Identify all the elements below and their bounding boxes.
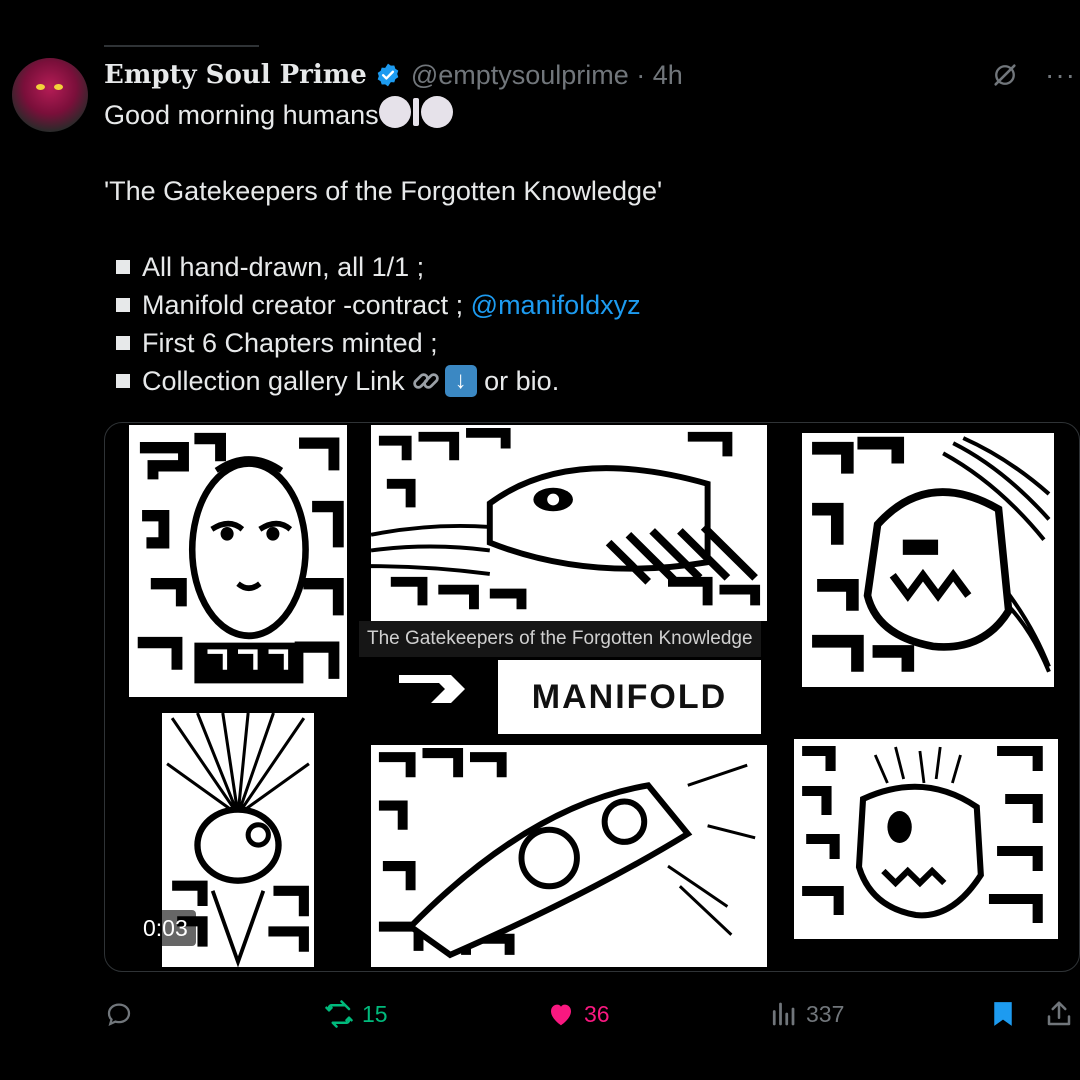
bullet-text-suffix: or bio.: [484, 366, 560, 396]
bullet-square-icon: [116, 336, 130, 350]
reply-icon: [107, 1003, 131, 1027]
artwork-creature-head: [371, 425, 767, 621]
views-chart-icon: [772, 1002, 795, 1026]
tweet-body: Good morning humans 'The Gatekeepers of …: [104, 96, 1060, 400]
tweet-actions: 15 36 337: [104, 994, 1080, 1034]
divider: [104, 45, 259, 47]
bullet-square-icon: [116, 298, 130, 312]
heart-icon: [551, 1004, 571, 1026]
mention-link[interactable]: @manifoldxyz: [471, 286, 641, 324]
retweet-count: 15: [362, 1000, 388, 1027]
avatar-eye-right: [54, 84, 63, 90]
greeting-line: Good morning humans: [104, 96, 1060, 134]
bookmark-button[interactable]: [988, 994, 1018, 1034]
share-button[interactable]: [1044, 994, 1074, 1034]
emoji-sequence: [378, 96, 453, 128]
media-caption: The Gatekeepers of the Forgotten Knowled…: [359, 621, 761, 657]
bullet-item: Collection gallery Link ↓ or bio.: [104, 362, 1060, 400]
manifold-wordmark: MANIFOLD: [498, 660, 761, 734]
tweet-top-actions: ···: [991, 56, 1080, 94]
tweet-header: Empty Soul Prime @emptysoulprime · 4h: [104, 56, 683, 94]
handle-and-time[interactable]: @emptysoulprime · 4h: [411, 60, 683, 91]
more-options-icon[interactable]: ···: [1045, 61, 1076, 89]
bullet-item: All hand-drawn, all 1/1 ;: [104, 248, 1060, 286]
share-icon: [1047, 1001, 1071, 1026]
bullet-text: Collection gallery Link: [142, 366, 405, 396]
like-count: 36: [584, 1000, 610, 1027]
bullet-text: First 6 Chapters minted ;: [142, 328, 438, 358]
media-video[interactable]: The Gatekeepers of the Forgotten Knowled…: [104, 422, 1080, 972]
retweet-icon: [325, 1000, 353, 1028]
collection-title: 'The Gatekeepers of the Forgotten Knowle…: [104, 176, 663, 206]
bullet-item: First 6 Chapters minted ;: [104, 324, 1060, 362]
bullet-square-icon: [116, 260, 130, 274]
artwork-machine-creature: [371, 745, 767, 967]
views-button[interactable]: 337: [768, 994, 844, 1034]
display-name[interactable]: Empty Soul Prime: [104, 60, 367, 90]
views-count: 337: [806, 1000, 845, 1027]
artwork-skull-maze: [794, 739, 1058, 939]
bullet-item: Manifold creator -contract ; @manifoldxy…: [104, 286, 1060, 324]
like-button[interactable]: 36: [546, 994, 610, 1034]
bullet-text: Manifold creator -contract ;: [142, 290, 464, 320]
artwork-skull-feathers: [802, 433, 1054, 687]
avatar[interactable]: [12, 58, 88, 132]
retweet-button[interactable]: 15: [324, 994, 388, 1034]
down-arrow-emoji-icon: ↓: [444, 365, 477, 397]
link-emoji-icon: [412, 373, 439, 389]
reply-button[interactable]: [104, 994, 134, 1034]
artwork-portrait: [129, 425, 347, 697]
verified-badge-icon: [377, 63, 399, 87]
manifold-logo-icon: [399, 675, 465, 703]
greeting-text: Good morning humans: [104, 100, 379, 130]
bullet-square-icon: [116, 374, 130, 388]
grok-icon[interactable]: [991, 61, 1019, 89]
avatar-eye-left: [36, 84, 45, 90]
video-timestamp: 0:03: [135, 910, 196, 946]
bookmark-icon: [994, 1002, 1012, 1026]
bullet-text: All hand-drawn, all 1/1 ;: [142, 252, 425, 282]
